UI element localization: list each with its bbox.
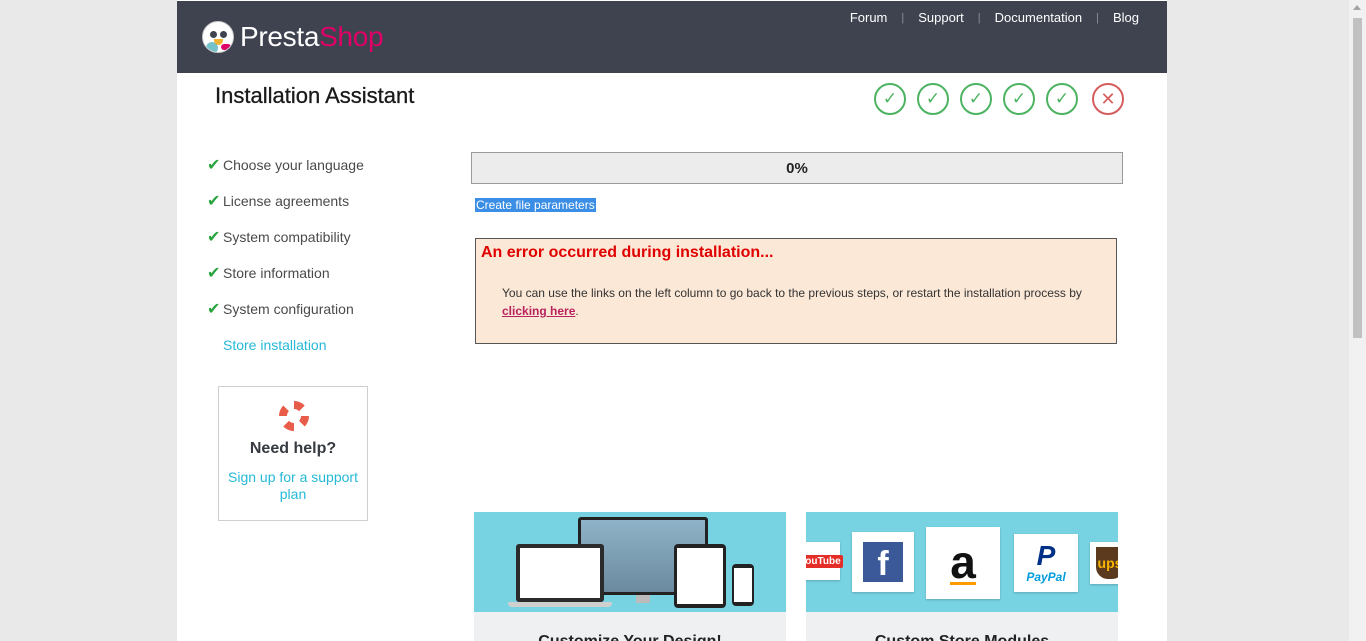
installer-page: PrestaShop Forum | Support | Documentati…	[177, 0, 1167, 641]
promo-title: Custom Store Modules	[806, 633, 1118, 641]
phone-icon	[732, 564, 754, 606]
promo-customize-design[interactable]: Customize Your Design!	[474, 512, 786, 641]
scroll-up-icon[interactable]	[1353, 5, 1361, 10]
checkmark-icon: ✔	[207, 301, 221, 318]
laptop-icon	[516, 544, 604, 602]
brand-logos-illustration: YouTube f a PPayPal ups	[806, 512, 1118, 612]
sidebar-item-label: Choose your language	[223, 157, 364, 173]
sidebar-item-label: System configuration	[223, 301, 354, 317]
step-3-check-icon: ✓	[960, 83, 992, 115]
sidebar-steps: ✔ Choose your language ✔ License agreeme…	[207, 147, 364, 363]
puffin-logo-icon	[202, 21, 234, 53]
checkmark-icon: ✔	[207, 265, 221, 282]
paypal-icon: P PayPal	[1014, 534, 1078, 592]
top-navigation: Forum | Support | Documentation | Blog	[850, 10, 1139, 25]
sidebar-item-label: License agreements	[223, 193, 350, 209]
header-bar: PrestaShop Forum | Support | Documentati…	[177, 1, 1167, 73]
step-6-close-icon: ✕	[1092, 83, 1124, 115]
checkmark-icon: ✔	[207, 229, 221, 246]
step-indicators: ✓ ✓ ✓ ✓ ✓ ✕	[874, 83, 1124, 115]
install-progress-bar: 0%	[471, 152, 1123, 184]
help-box: Need help? Sign up for a support plan	[218, 386, 368, 521]
page-title: Installation Assistant	[215, 83, 415, 108]
nav-separator: |	[901, 11, 905, 24]
page-scrollbar[interactable]	[1349, 0, 1366, 641]
nav-separator: |	[1096, 11, 1099, 24]
facebook-icon: f	[852, 532, 914, 592]
nav-forum-link[interactable]: Forum	[850, 10, 888, 25]
devices-illustration	[474, 512, 786, 612]
install-status-text: Create file parameters	[475, 198, 596, 212]
step-1-check-icon: ✓	[874, 83, 906, 115]
sidebar-item-store-installation: Store installation	[207, 327, 364, 363]
amazon-icon: a	[926, 527, 1000, 599]
promo-store-modules[interactable]: YouTube f a PPayPal ups Custom Store Mod…	[806, 512, 1118, 641]
logo-text: PrestaShop	[240, 21, 384, 52]
tablet-icon	[674, 544, 726, 608]
sidebar-item-label: Store information	[223, 265, 330, 281]
error-title: An error occurred during installation...	[481, 244, 774, 261]
scrollbar-thumb[interactable]	[1353, 18, 1362, 338]
sidebar-item-license-agreements[interactable]: ✔ License agreements	[207, 183, 364, 219]
checkmark-icon: ✔	[207, 157, 221, 174]
lifebuoy-icon	[279, 401, 309, 431]
sidebar-item-label: System compatibility	[223, 229, 351, 245]
error-message: You can use the links on the left column…	[502, 286, 1082, 318]
nav-blog-link[interactable]: Blog	[1113, 10, 1139, 25]
prestashop-logo[interactable]: PrestaShop	[202, 19, 384, 55]
restart-install-link[interactable]: clicking here	[502, 304, 575, 318]
support-plan-link[interactable]: Sign up for a support plan	[219, 469, 367, 503]
sidebar-item-label: Store installation	[223, 337, 327, 353]
promo-title: Customize Your Design!	[474, 633, 786, 641]
nav-support-link[interactable]: Support	[918, 10, 964, 25]
nav-separator: |	[977, 11, 981, 24]
help-title: Need help?	[249, 440, 337, 457]
error-alert: An error occurred during installation...…	[475, 238, 1117, 344]
ups-icon: ups	[1090, 542, 1118, 584]
sidebar-item-choose-language[interactable]: ✔ Choose your language	[207, 147, 364, 183]
youtube-icon: YouTube	[806, 542, 843, 580]
step-4-check-icon: ✓	[1003, 83, 1035, 115]
step-2-check-icon: ✓	[917, 83, 949, 115]
sidebar-item-store-information[interactable]: ✔ Store information	[207, 255, 364, 291]
sidebar-item-system-compatibility[interactable]: ✔ System compatibility	[207, 219, 364, 255]
checkmark-icon: ✔	[207, 193, 221, 210]
progress-label: 0%	[786, 159, 808, 177]
nav-documentation-link[interactable]: Documentation	[995, 10, 1082, 25]
step-5-check-icon: ✓	[1046, 83, 1078, 115]
sidebar-item-system-configuration[interactable]: ✔ System configuration	[207, 291, 364, 327]
